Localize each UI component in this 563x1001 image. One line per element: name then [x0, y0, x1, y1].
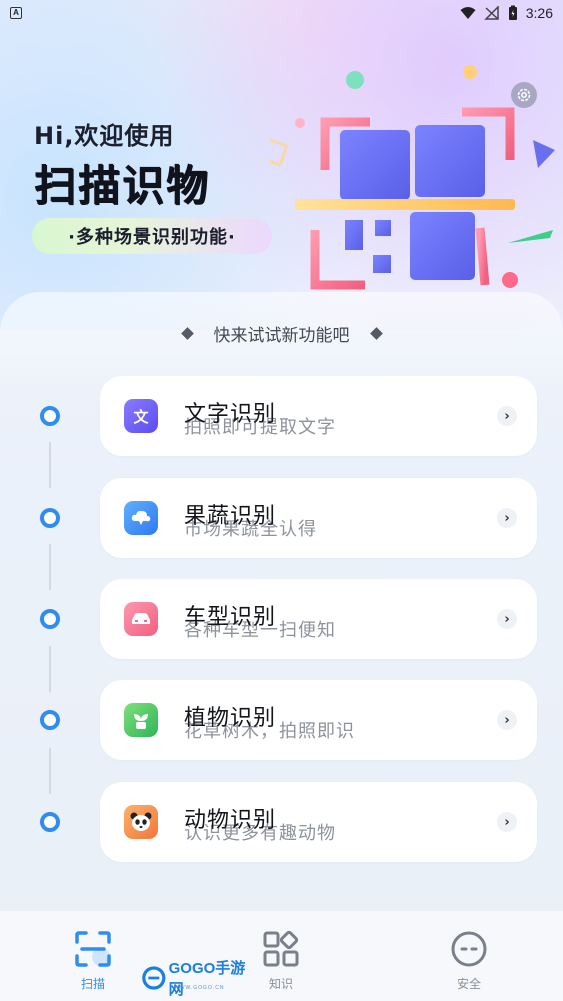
timeline-dot [40, 406, 60, 426]
timeline-connector [49, 646, 51, 692]
feature-card-car-recognition[interactable]: 各种车型一扫便知 车型识别 › [100, 579, 537, 659]
chevron-right-icon[interactable]: › [497, 406, 517, 426]
status-bar: A 3:26 [0, 0, 563, 26]
watermark-text: GOGO手游网 [168, 960, 246, 998]
feature-title: 动物识别 [184, 808, 277, 833]
app-screen: A 3:26 Hi,欢迎使用 扫描识物 ·多种场景识别功能· 快来试试新功能吧 … [0, 0, 563, 1001]
timeline-dot [40, 609, 60, 629]
watermark-subtext: WWW.GOGO.CN [174, 985, 225, 991]
notification-a-icon: A [10, 7, 22, 19]
timeline-connector [49, 748, 51, 794]
hero-greeting: Hi,欢迎使用 [34, 122, 175, 150]
shield-face-icon [451, 931, 487, 967]
feature-card-produce-recognition[interactable]: 市场果蔬全认得 果蔬识别 › [100, 478, 537, 558]
nav-label-knowledge: 知识 [268, 977, 293, 991]
nav-tab-scan[interactable]: 扫描 [53, 929, 133, 999]
feature-title: 果蔬识别 [184, 504, 277, 529]
text-icon-glyph: 文 [133, 407, 149, 426]
plant-shape [134, 714, 148, 729]
diamond-left-icon [180, 326, 194, 340]
timeline-dot [40, 710, 60, 730]
section-header: 快来试试新功能吧 [0, 318, 563, 348]
watermark-logo: GOGO手游网 WWW.GOGO.CN [142, 960, 252, 998]
feature-card-text-recognition[interactable]: 文 拍照即可提取文字 文字识别 › [100, 376, 537, 456]
chevron-right-icon[interactable]: › [497, 710, 517, 730]
panda-icon [124, 805, 158, 839]
panda-shape [130, 812, 152, 831]
scan-icon [75, 931, 111, 967]
feature-title: 植物识别 [184, 706, 277, 731]
timeline-dot [40, 508, 60, 528]
nav-tab-knowledge[interactable]: 知识 [241, 929, 321, 999]
signal-icon [483, 6, 499, 20]
feature-title: 车型识别 [184, 605, 277, 630]
feature-card-animal-recognition[interactable]: 认识更多有趣动物 动物识别 › [100, 782, 537, 862]
cloud-icon [124, 501, 158, 535]
nav-tab-safety[interactable]: 安全 [429, 929, 509, 999]
car-shape [132, 613, 150, 624]
plant-icon [124, 703, 158, 737]
chevron-right-icon[interactable]: › [497, 609, 517, 629]
chevron-right-icon[interactable]: › [497, 812, 517, 832]
timeline-connector [49, 544, 51, 590]
bottom-navigation: 扫描 知识 安全 [0, 910, 563, 1001]
diamond-right-icon [369, 326, 383, 340]
wifi-icon [460, 7, 476, 19]
nav-label-scan: 扫描 [80, 977, 105, 991]
feature-card-plant-recognition[interactable]: 花草树木，拍照即识 植物识别 › [100, 680, 537, 760]
status-time: 3:26 [525, 5, 553, 21]
cloud-shape [131, 510, 151, 525]
timeline-dot [40, 812, 60, 832]
grid-icon [263, 930, 299, 967]
car-icon [124, 602, 158, 636]
section-header-text: 快来试试新功能吧 [213, 325, 350, 346]
text-icon: 文 [124, 399, 158, 433]
timeline-connector [49, 442, 51, 488]
nav-label-safety: 安全 [456, 977, 481, 991]
hero-feature-pill: ·多种场景识别功能· [32, 218, 272, 254]
hero-title: 扫描识物 [34, 161, 211, 210]
scan-illustration [270, 65, 555, 290]
watermark-e-icon [142, 966, 166, 990]
battery-icon [508, 5, 517, 20]
chevron-right-icon[interactable]: › [497, 508, 517, 528]
feature-title: 文字识别 [184, 402, 277, 427]
